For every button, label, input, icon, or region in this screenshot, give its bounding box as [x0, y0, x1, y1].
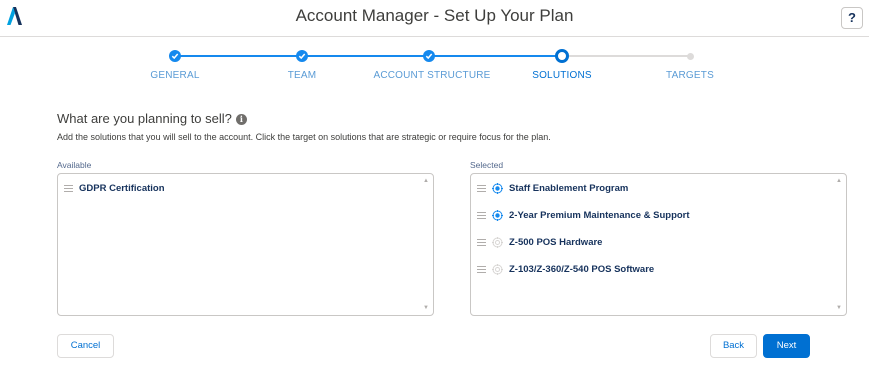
check-icon	[425, 53, 433, 60]
progress-bar-complete	[429, 55, 562, 57]
progress-bar-complete	[302, 55, 429, 57]
drag-handle-icon[interactable]	[477, 265, 486, 273]
available-list-label: Available	[57, 160, 92, 170]
cancel-button[interactable]: Cancel	[57, 334, 114, 358]
drag-handle-icon[interactable]	[477, 184, 486, 192]
section-description: Add the solutions that you will sell to …	[57, 132, 551, 142]
scroll-up-icon[interactable]: ▲	[836, 178, 842, 184]
page-title: Account Manager - Set Up Your Plan	[295, 6, 574, 25]
list-item-label: GDPR Certification	[79, 182, 165, 194]
target-icon[interactable]	[492, 263, 503, 275]
help-button[interactable]: ?	[841, 7, 863, 29]
progress-bar-complete	[175, 55, 302, 57]
available-listbox[interactable]: GDPR Certification ▲ ▼	[57, 173, 434, 316]
list-item-label: Z-500 POS Hardware	[509, 236, 603, 248]
step-general-marker[interactable]	[169, 50, 181, 62]
step-account-structure-label[interactable]: ACCOUNT STRUCTURE	[373, 70, 490, 81]
target-icon[interactable]	[492, 209, 503, 221]
app-header: Account Manager - Set Up Your Plan ?	[0, 0, 869, 37]
scroll-up-icon[interactable]: ▲	[423, 178, 429, 184]
back-button[interactable]: Back	[710, 334, 757, 358]
check-icon	[171, 53, 179, 60]
list-item[interactable]: Z-103/Z-360/Z-540 POS Software	[477, 261, 654, 277]
question-text: What are you planning to sell?	[57, 111, 232, 126]
list-item-label: Staff Enablement Program	[509, 182, 629, 194]
next-button[interactable]: Next	[763, 334, 810, 358]
section-heading: What are you planning to sell? i	[57, 111, 247, 126]
step-general-label[interactable]: GENERAL	[150, 70, 199, 81]
step-team-marker[interactable]	[296, 50, 308, 62]
drag-handle-icon[interactable]	[477, 211, 486, 219]
list-item[interactable]: 2-Year Premium Maintenance & Support	[477, 207, 690, 223]
step-targets-label[interactable]: TARGETS	[666, 70, 714, 81]
step-team-label[interactable]: TEAM	[288, 70, 317, 81]
list-item-label: Z-103/Z-360/Z-540 POS Software	[509, 263, 655, 275]
info-icon[interactable]: i	[235, 114, 247, 126]
progress-indicator: GENERAL TEAM ACCOUNT STRUCTURE SOLUTIONS…	[0, 48, 869, 88]
check-icon	[298, 53, 306, 60]
selected-listbox[interactable]: Staff Enablement Program 2-Year Premium …	[470, 173, 847, 316]
step-solutions-marker[interactable]	[555, 49, 569, 63]
drag-handle-icon[interactable]	[477, 238, 486, 246]
list-item[interactable]: Z-500 POS Hardware	[477, 234, 602, 250]
progress-bar-remaining	[562, 55, 690, 57]
scroll-down-icon[interactable]: ▼	[836, 305, 842, 311]
step-account-structure-marker[interactable]	[423, 50, 435, 62]
list-item[interactable]: Staff Enablement Program	[477, 180, 628, 196]
scroll-down-icon[interactable]: ▼	[423, 305, 429, 311]
target-icon[interactable]	[492, 182, 503, 194]
selected-list-label: Selected	[470, 160, 504, 170]
step-targets-marker[interactable]	[687, 53, 694, 60]
list-item[interactable]: GDPR Certification	[64, 180, 165, 196]
drag-handle-icon[interactable]	[64, 184, 73, 192]
target-icon[interactable]	[492, 236, 503, 248]
step-solutions-label[interactable]: SOLUTIONS	[532, 70, 592, 81]
list-item-label: 2-Year Premium Maintenance & Support	[509, 209, 690, 221]
